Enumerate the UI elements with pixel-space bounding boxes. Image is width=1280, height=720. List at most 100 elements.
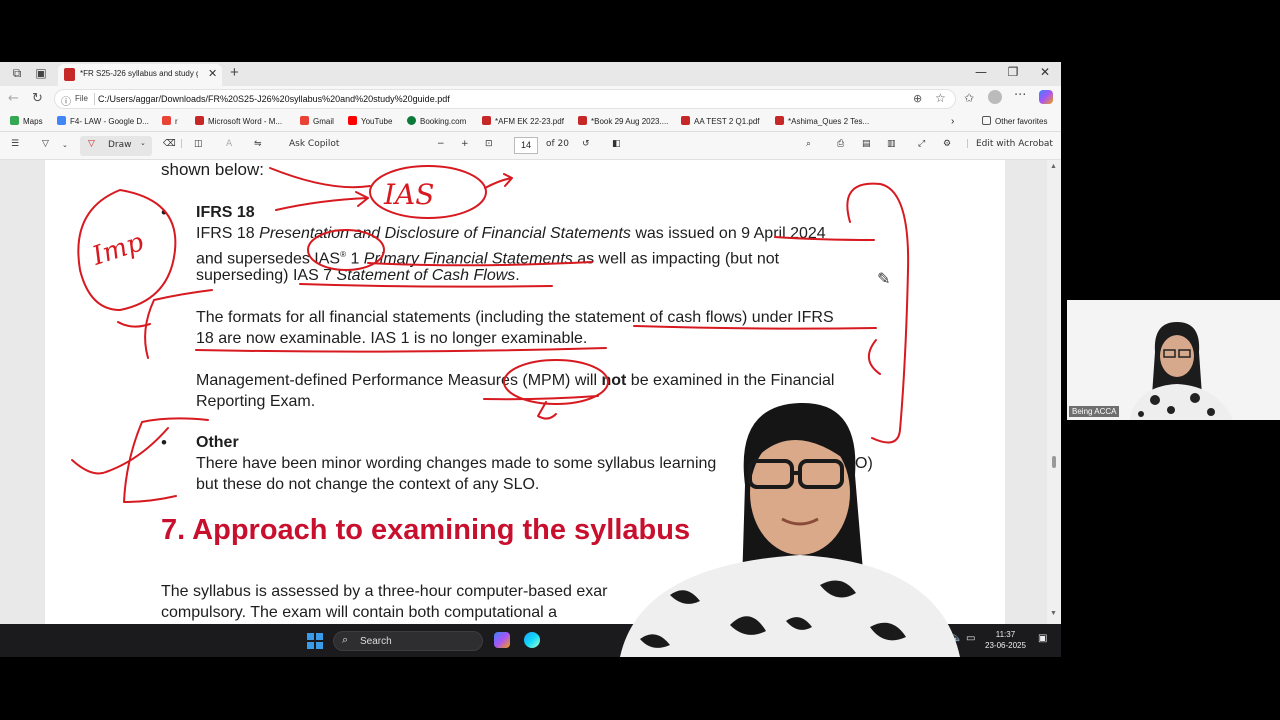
address-bar[interactable]: ⓘ File C:/Users/aggar/Downloads/FR%20S25… (54, 89, 956, 109)
clock-time: 11:37 (995, 630, 1016, 639)
more-menu-icon[interactable]: ··· (1014, 88, 1026, 103)
scrollbar-thumb[interactable] (1052, 456, 1056, 468)
edge-app-icon[interactable] (524, 632, 540, 648)
bookmark-book[interactable]: *Book 29 Aug 2023.... (578, 116, 668, 126)
notifications-icon[interactable]: ▣ (1038, 633, 1047, 644)
bookmark-booking[interactable]: Booking.com (407, 116, 466, 126)
tab-strip: ⧉ ▣ *FR S25-J26 syllabus and study gu ✕ … (0, 62, 1061, 86)
battery-icon[interactable]: ▭ (966, 633, 975, 644)
ifrs18-title: IFRS 18 (196, 204, 255, 221)
other-favorites[interactable]: Other favorites (982, 116, 1047, 126)
refresh-icon[interactable]: ↻ (32, 91, 43, 106)
maps-icon (10, 116, 19, 125)
booking-icon (407, 116, 416, 125)
intro-text: shown below: (161, 160, 265, 179)
taskbar-search[interactable]: ⌕ Search (333, 631, 483, 651)
vertical-scrollbar[interactable]: ▲ ▼ (1047, 160, 1061, 624)
search-icon: ⌕ (342, 634, 349, 646)
bullet: • (161, 433, 167, 452)
chevron-right-icon[interactable]: › (951, 116, 954, 127)
presenter-overlay (560, 395, 960, 657)
approach-line1: The syllabus is assessed by a three-hour… (161, 583, 608, 600)
bookmark-maps[interactable]: Maps (10, 116, 43, 126)
presenter-large (620, 402, 960, 657)
youtube-icon (348, 116, 357, 125)
url-text[interactable]: C:/Users/aggar/Downloads/FR%20S25-J26%20… (98, 94, 450, 104)
formats-line2: 18 are now examinable. IAS 1 is no longe… (196, 330, 588, 347)
print-icon[interactable]: ⎙ (837, 139, 844, 149)
draw-label: Draw (108, 140, 132, 150)
minimize-icon[interactable]: — (971, 65, 991, 79)
tab-pdf[interactable]: *FR S25-J26 syllabus and study gu ✕ (58, 64, 222, 86)
formats-line1: The formats for all financial statements… (196, 309, 834, 326)
close-window-icon[interactable]: ✕ (1035, 65, 1055, 79)
divider: | (180, 139, 184, 149)
page-view-icon[interactable]: ◫ (194, 139, 203, 149)
tab-actions-icon[interactable]: ▣ (34, 66, 48, 80)
pdf-toolbar: ☰ ▽ ⌄ ▽ Draw ⌄ ⌫ | ◫ A ⇋ Ask Copilot − +… (0, 132, 1061, 160)
chevron-down-icon[interactable]: ⌄ (62, 141, 68, 149)
new-tab-icon[interactable]: + (230, 64, 239, 81)
back-icon[interactable]: ← (8, 91, 19, 106)
url-scheme: File (75, 94, 88, 103)
close-tab-icon[interactable]: ✕ (208, 67, 217, 80)
search-label: Search (360, 636, 392, 647)
pdf-icon (681, 116, 690, 125)
bookmark-afm[interactable]: *AFM EK 22-23.pdf (482, 116, 564, 126)
fit-page-icon[interactable]: ⊡ (485, 139, 493, 149)
system-clock[interactable]: 11:37 23-06-2025 (985, 629, 1026, 651)
windows-start-icon[interactable] (307, 633, 323, 649)
other-line2: but these do not change the context of a… (196, 476, 540, 493)
edit-with-acrobat-button[interactable]: Edit with Acrobat (976, 139, 1053, 149)
bookmark-r[interactable]: r (162, 116, 178, 126)
restore-icon[interactable]: ❐ (1003, 65, 1023, 79)
bookmarks-bar: Maps F4- LAW - Google D... r Microsoft W… (0, 112, 1061, 132)
bookmark-word[interactable]: Microsoft Word - M... (195, 116, 282, 126)
two-page-icon[interactable]: ◧ (612, 139, 621, 149)
bookmark-ashima[interactable]: *Ashima_Ques 2 Tes... (775, 116, 869, 126)
docs-icon (57, 116, 66, 125)
copilot-app-icon[interactable] (494, 632, 510, 648)
save-as-icon[interactable]: ▥ (887, 139, 896, 149)
workspaces-icon[interactable]: ⧉ (10, 66, 24, 80)
ask-copilot-button[interactable]: Ask Copilot (289, 139, 339, 149)
highlight-icon[interactable]: ▽ (42, 139, 49, 149)
scroll-down-icon[interactable]: ▼ (1050, 610, 1057, 617)
contents-icon[interactable]: ☰ (11, 139, 19, 149)
gmail-icon (300, 116, 309, 125)
draw-button[interactable]: ▽ Draw ⌄ (80, 136, 152, 156)
read-aloud-icon[interactable]: A (226, 139, 232, 149)
chevron-down-icon: ⌄ (140, 139, 146, 147)
favorite-star-icon[interactable]: ☆ (935, 91, 946, 105)
bullet: • (161, 203, 167, 222)
settings-icon[interactable]: ⚙ (943, 139, 951, 149)
tab-title: *FR S25-J26 syllabus and study gu (80, 69, 198, 78)
presenter-small (1067, 300, 1280, 420)
search-icon[interactable]: ⌕ (806, 139, 811, 149)
divider: | (966, 139, 970, 149)
save-icon[interactable]: ▤ (862, 139, 871, 149)
eraser-icon[interactable]: ⌫ (163, 139, 176, 149)
zoom-out-icon[interactable]: − (437, 139, 445, 149)
favorites-icon[interactable]: ✩ (964, 91, 974, 105)
fullscreen-icon[interactable]: ⤢ (918, 139, 925, 149)
ifrs18-line1: IFRS 18 Presentation and Disclosure of F… (196, 225, 826, 242)
bookmark-f4-law[interactable]: F4- LAW - Google D... (57, 116, 149, 126)
clock-date: 23-06-2025 (985, 641, 1026, 650)
profile-avatar[interactable] (988, 90, 1002, 104)
rotate-icon[interactable]: ↺ (582, 139, 590, 149)
pdf-icon (578, 116, 587, 125)
page-number-input[interactable]: 14 (514, 137, 538, 154)
bookmark-gmail[interactable]: Gmail (300, 116, 334, 126)
mpm-line2: Reporting Exam. (196, 393, 316, 410)
bookmark-aa-test[interactable]: AA TEST 2 Q1.pdf (681, 116, 760, 126)
zoom-in-icon[interactable]: + (461, 139, 469, 149)
copilot-icon[interactable] (1039, 90, 1053, 104)
translate-icon[interactable]: ⇋ (254, 139, 262, 149)
scroll-up-icon[interactable]: ▲ (1050, 163, 1057, 170)
info-icon[interactable]: ⓘ (61, 93, 71, 108)
bookmark-youtube[interactable]: YouTube (348, 116, 392, 126)
pdf-icon (482, 116, 491, 125)
zoom-icon[interactable]: ⊕ (913, 92, 922, 105)
ifrs18-line3: superseding) IAS 7 Statement of Cash Flo… (196, 267, 520, 284)
